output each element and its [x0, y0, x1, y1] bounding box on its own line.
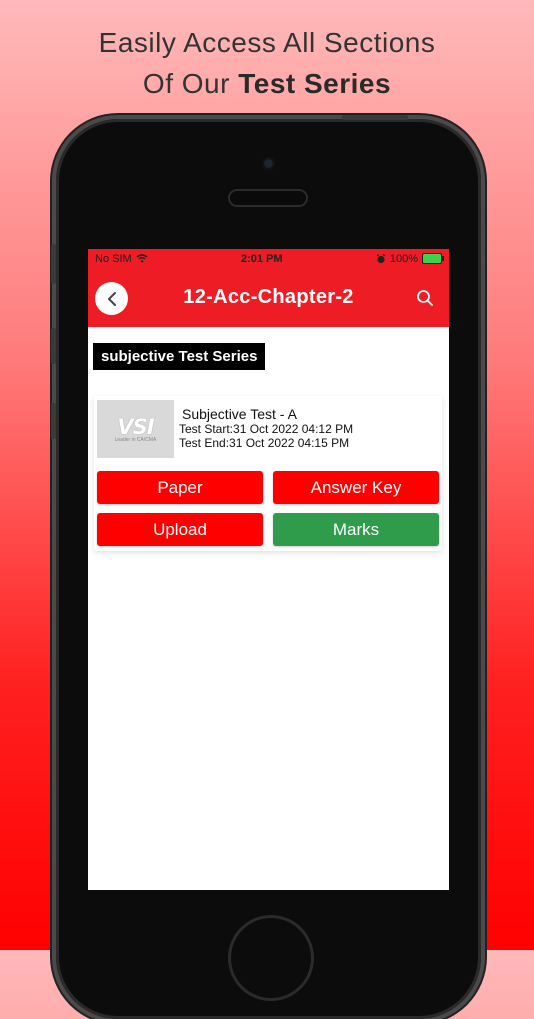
headline-line-1: Easily Access All Sections [98, 27, 436, 58]
power-button [342, 115, 408, 120]
chevron-left-icon [107, 291, 116, 306]
test-info: Subjective Test - A Test Start:31 Oct 20… [179, 406, 353, 450]
battery-percent: 100% [389, 252, 418, 265]
status-time: 2:01 PM [240, 252, 283, 265]
status-bar: No SIM 2:01 PM 100% [88, 249, 449, 268]
volume-down-button [51, 403, 56, 439]
app-screen: No SIM 2:01 PM 100% 12-Acc-Chapter-2 sub… [88, 249, 449, 890]
battery-icon [422, 253, 444, 264]
search-icon[interactable] [416, 289, 434, 307]
test-start: Test Start:31 Oct 2022 04:12 PM [179, 422, 354, 436]
page-title: 12-Acc-Chapter-2 [183, 286, 354, 308]
test-end: Test End:31 Oct 2022 04:15 PM [179, 436, 350, 450]
thumbnail-tagline: Leader in CA/CMA [114, 437, 157, 443]
headline-line-2: Of Our Test Series [0, 63, 534, 104]
test-card: VSI Leader in CA/CMA Subjective Test - A… [94, 396, 442, 551]
alarm-icon [376, 253, 386, 263]
test-title: Subjective Test - A [182, 406, 297, 422]
promo-headline: Easily Access All Sections Of Our Test S… [0, 22, 534, 104]
status-right: 100% [376, 252, 444, 265]
section-label: subjective Test Series [93, 343, 266, 370]
marks-button[interactable]: Marks [273, 513, 439, 546]
paper-button[interactable]: Paper [97, 471, 263, 504]
headline-plain: Of Our [142, 68, 239, 99]
nav-bar: 12-Acc-Chapter-2 [88, 268, 449, 327]
answer-key-button[interactable]: Answer Key [273, 471, 439, 504]
status-left: No SIM [95, 253, 148, 265]
speaker-grille [230, 191, 306, 205]
volume-up-button [51, 328, 56, 364]
thumbnail-logo: VSI [117, 415, 154, 439]
wifi-icon [136, 254, 148, 263]
back-button[interactable] [95, 282, 128, 315]
upload-button[interactable]: Upload [97, 513, 263, 546]
silent-switch [51, 244, 56, 284]
home-button [228, 915, 314, 1001]
carrier-label: No SIM [95, 252, 132, 265]
headline-bold: Test Series [238, 68, 392, 99]
test-thumbnail: VSI Leader in CA/CMA [97, 400, 174, 458]
camera-icon [262, 157, 275, 170]
